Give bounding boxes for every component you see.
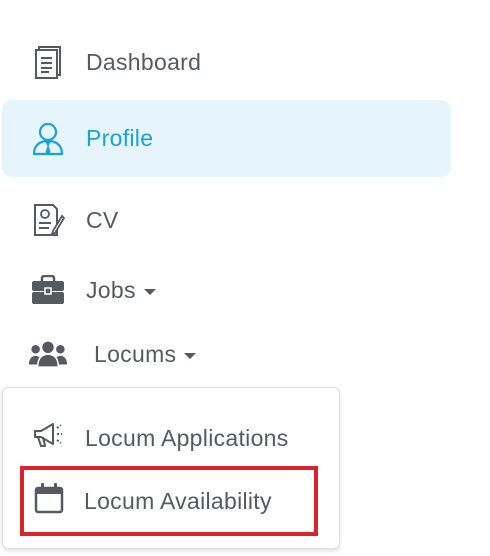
nav-item-dashboard[interactable]: Dashboard: [28, 40, 201, 84]
menu-item-label: Locum Availability: [84, 487, 272, 514]
nav-item-label: Dashboard: [86, 48, 202, 75]
nav-item-jobs[interactable]: Jobs: [28, 268, 156, 312]
menu-item-locum-applications[interactable]: Locum Applications: [31, 418, 289, 458]
menu-item-locum-availability[interactable]: Locum Availability: [20, 466, 318, 536]
calendar-icon: [34, 482, 64, 520]
nav-item-locums[interactable]: Locums: [28, 332, 197, 376]
nav-item-label: Locums: [94, 340, 177, 367]
sidebar-nav: Dashboard Profile CV Jobs Locums Locum A…: [0, 0, 490, 556]
locums-dropdown-menu: Locum Applications Locum Availability: [2, 387, 340, 549]
briefcase-icon: [28, 270, 68, 310]
nav-item-label: Jobs: [86, 276, 136, 303]
users-icon: [28, 334, 68, 374]
chevron-down-icon: [143, 289, 156, 295]
nav-item-label: CV: [86, 206, 119, 233]
resume-icon: [28, 200, 68, 240]
nav-item-profile[interactable]: Profile: [2, 100, 451, 177]
nav-item-cv[interactable]: CV: [28, 198, 119, 242]
menu-item-label: Locum Applications: [85, 424, 289, 451]
nav-item-label: Profile: [86, 125, 154, 151]
document-icon: [28, 42, 68, 82]
chevron-down-icon: [184, 353, 197, 359]
user-tie-icon: [28, 119, 68, 159]
megaphone-icon: [31, 420, 67, 456]
